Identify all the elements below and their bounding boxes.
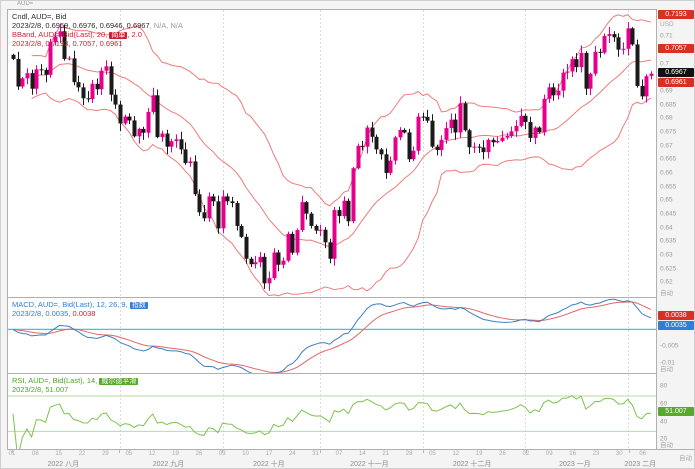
day-tick-label: 03 (219, 451, 226, 457)
price-axis-auto-label[interactable]: 自动 (660, 287, 673, 297)
month-boundary-tick (423, 449, 424, 453)
day-tick-label: 17 (266, 451, 273, 457)
rsi-pane: RSI, AUD=, Bid(Last), 14, 威尔德平滑 2023/2/8… (7, 373, 657, 450)
price-pane: Cndl, AUD=, Bid 2023/2/8, 0.6959, 0.6976… (7, 9, 657, 298)
month-label: 2023 一月 (559, 459, 591, 469)
price-axis-tick: 0.635 (660, 238, 676, 245)
day-tick-label: 19 (476, 451, 483, 457)
time-axis[interactable]: 自动 01 08 15 22 29 2022 八月 05 12 19 26 2022 九月 03 10 1… (7, 449, 695, 469)
rsi-axis-tick: 60 (660, 400, 667, 407)
day-tick-label: 28 (406, 451, 413, 457)
day-tick-label: 10 (242, 451, 249, 457)
month-label: 2022 十一月 (350, 459, 389, 469)
day-tick-label: 24 (289, 451, 296, 457)
price-axis-price-tag[interactable]: 0.7193 (658, 10, 694, 19)
month-label: 2022 八月 (48, 459, 80, 469)
price-axis-tick: 0.67 (660, 142, 673, 149)
month-label: 2022 九月 (153, 459, 185, 469)
day-tick-label: 07 (336, 451, 343, 457)
price-axis-price-tag[interactable]: 0.7057 (658, 44, 694, 53)
day-tick-label: 22 (79, 451, 86, 457)
bband-legend-title: BBand, AUD=, Bid(Last), 20, (12, 30, 109, 39)
macd-axis-auto-label[interactable]: 自动 (660, 363, 673, 373)
rsi-value: 2023/2/8, 51.007 (12, 385, 68, 394)
month-boundary-tick (119, 449, 120, 453)
price-axis-tick: 0.63 (660, 252, 673, 259)
rsi-axis-tick: 80 (660, 383, 667, 390)
price-axis-tick: 0.655 (660, 183, 676, 190)
day-tick-label: 12 (149, 451, 156, 457)
price-axis-tick: 0.675 (660, 129, 676, 136)
macd-ma-type-chip[interactable]: 指数 (130, 302, 148, 309)
bband-legend-width: , 2.0 (127, 30, 142, 39)
month-label: 2022 十二月 (453, 459, 492, 469)
macd-legend-date: 2023/2/8, (12, 309, 45, 318)
price-axis-tick: 0.64 (660, 224, 673, 231)
rsi-axis-price-tag[interactable]: 51.007 (658, 407, 694, 416)
window-caption: AUD= (17, 1, 33, 7)
bband-legend-values: 2023/2/8, 0.7193, 0.7057, 0.6961 (12, 39, 123, 48)
rsi-axis-auto-label[interactable]: 自动 (660, 439, 673, 449)
time-axis-line (7, 449, 695, 450)
day-tick-label: 19 (172, 451, 179, 457)
day-tick-label: 09 (546, 451, 553, 457)
month-boundary-tick (629, 449, 630, 453)
day-tick-label: 23 (593, 451, 600, 457)
candle-legend-title: Cndl, AUD=, Bid (12, 12, 66, 21)
chart-window: AUD= Cndl, AUD=, Bid 2023/2/8, 0.6959, 0… (0, 0, 695, 469)
month-label: 2022 十月 (253, 459, 285, 469)
day-tick-label: 16 (569, 451, 576, 457)
price-axis-tick: 0.71 (660, 33, 673, 40)
day-tick-label: 15 (55, 451, 62, 457)
price-axis-tick: 0.665 (660, 156, 676, 163)
macd-axis-price-tag[interactable]: 0.0035 (658, 321, 694, 330)
price-axis-tick: 0.7 (660, 60, 669, 67)
day-tick-label: 14 (359, 451, 366, 457)
rsi-axis-tick: 40 (660, 418, 667, 425)
price-axis-tick: 0.66 (660, 170, 673, 177)
day-tick-label: 05 (429, 451, 436, 457)
macd-legend: MACD, AUD=, Bid(Last), 12, 26, 9, 指数 202… (12, 300, 148, 318)
price-axis-tick: 0.625 (660, 265, 676, 272)
price-axis-tick: 0.69 (660, 88, 673, 95)
price-axis-tick: 0.645 (660, 211, 676, 218)
price-axis-tick: 0.65 (660, 197, 673, 204)
macd-legend-title: MACD, AUD=, Bid(Last), 12, 26, 9, (12, 300, 130, 309)
price-axis-tick: 0.62 (660, 279, 673, 286)
price-chart-canvas[interactable] (8, 10, 656, 297)
rsi-legend: RSI, AUD=, Bid(Last), 14, 威尔德平滑 2023/2/8… (12, 376, 138, 394)
macd-signal-value: 0.0038 (73, 309, 96, 318)
day-tick-label: 31 (312, 451, 319, 457)
price-axis-tick: 0.68 (660, 115, 673, 122)
day-tick-label: 30 (616, 451, 623, 457)
day-tick-label: 01 (9, 451, 16, 457)
price-axis-tick: 0.685 (660, 101, 676, 108)
macd-axis-price-tag[interactable]: 0.0038 (658, 311, 694, 320)
day-tick-label: 29 (102, 451, 109, 457)
time-axis-auto-label[interactable]: 自动 (679, 452, 692, 462)
value-axis-gutter[interactable]: 0.710.7050.70.6950.690.6850.680.6750.670… (657, 1, 695, 469)
price-axis-currency-label: USD (660, 21, 674, 28)
day-tick-label: 26 (196, 451, 203, 457)
day-tick-label: 12 (452, 451, 459, 457)
macd-axis-tick: -0.005 (660, 342, 678, 349)
day-tick-label: 02 (523, 451, 530, 457)
day-tick-label: 06 (639, 451, 646, 457)
day-tick-label: 05 (125, 451, 132, 457)
price-axis-price-tag[interactable]: 0.6961 (658, 78, 694, 87)
rsi-legend-title: RSI, AUD=, Bid(Last), 14, (12, 376, 99, 385)
macd-pane: MACD, AUD=, Bid(Last), 12, 26, 9, 指数 202… (7, 297, 657, 374)
month-boundary-tick (320, 449, 321, 453)
month-label: 2023 二月 (625, 459, 657, 469)
rsi-smoothing-chip[interactable]: 威尔德平滑 (99, 378, 138, 385)
price-axis-price-tag[interactable]: 0.6967 (658, 68, 694, 77)
candle-legend-values: 2023/2/8, 0.6959, 0.6976, 0.6946, 0.6967 (12, 21, 150, 30)
day-tick-label: 21 (382, 451, 389, 457)
macd-value: 0.0035 (45, 309, 68, 318)
day-tick-label: 26 (499, 451, 506, 457)
candle-legend-na: , N/A, N/A (150, 21, 183, 30)
day-tick-label: 08 (32, 451, 39, 457)
price-legend: Cndl, AUD=, Bid 2023/2/8, 0.6959, 0.6976… (12, 12, 183, 48)
bband-ma-type-chip[interactable]: 简单 (109, 32, 127, 39)
